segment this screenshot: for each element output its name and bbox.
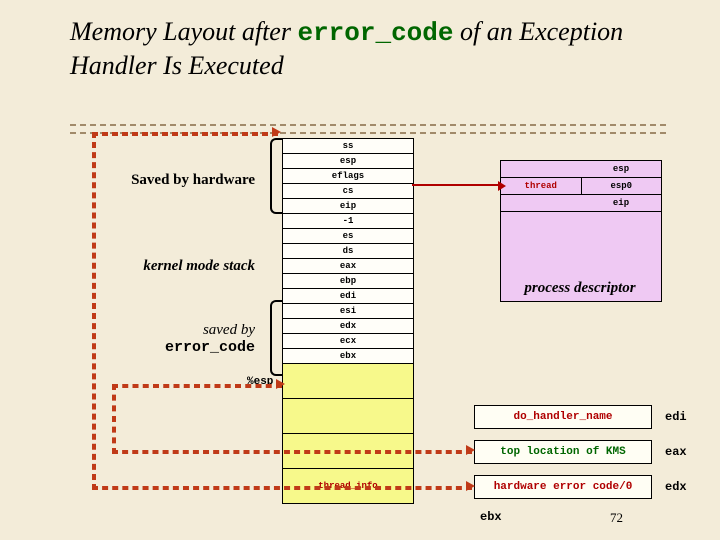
dashed-arrow-3 — [92, 486, 472, 490]
stack-gap — [283, 399, 413, 434]
stack-row: ds — [283, 244, 413, 259]
label-kernel-mode-stack: kernel mode stack — [80, 258, 255, 275]
box-do-handler: do_handler_name — [474, 405, 652, 429]
pd-thread-label — [501, 161, 581, 177]
stack-gap — [283, 364, 413, 399]
stack-row: es — [283, 229, 413, 244]
stack-row: ebp — [283, 274, 413, 289]
stack-row: ss — [283, 138, 413, 154]
label-saved-by-errorcode: saved by error_code — [80, 322, 255, 356]
arrow-head-icon — [272, 127, 281, 137]
dashed-arrow-6 — [112, 384, 282, 388]
slide-title: Memory Layout after error_code of an Exc… — [70, 16, 670, 82]
reg-edi: edi — [665, 410, 687, 424]
box-top-kms: top location of KMS — [474, 440, 652, 464]
stack-row: -1 — [283, 214, 413, 229]
arrow-head-icon — [466, 445, 475, 455]
arrow-head-icon — [276, 379, 285, 389]
arrow-thread-to-pd — [412, 184, 498, 186]
pd-eip: eip — [581, 195, 661, 211]
stack-row: eflags — [283, 169, 413, 184]
pd-thread: thread — [501, 178, 582, 194]
stack-row: esi — [283, 304, 413, 319]
arrow-head-icon — [466, 481, 475, 491]
pd-esp: esp — [581, 161, 661, 177]
stack-row: edx — [283, 319, 413, 334]
dashed-arrow-4 — [112, 384, 116, 454]
brace-errorcode — [270, 300, 282, 376]
dashed-arrow-5 — [112, 450, 472, 454]
pd-blank — [501, 195, 581, 211]
stack-row: ebx — [283, 349, 413, 364]
pd-esp0: esp0 — [582, 178, 662, 194]
stack-row: ecx — [283, 334, 413, 349]
stack-row: eip — [283, 199, 413, 214]
page-number: 72 — [610, 510, 623, 526]
brace-hardware — [270, 138, 282, 214]
dashed-arrow-1 — [92, 132, 278, 136]
box-hw-errcode: hardware error code/0 — [474, 475, 652, 499]
stack-row: edi — [283, 289, 413, 304]
stack-row: cs — [283, 184, 413, 199]
reg-eax: eax — [665, 445, 687, 459]
dashed-arrow-2 — [92, 132, 96, 490]
label-saved-hardware: Saved by hardware — [80, 172, 255, 189]
reg-ebx: ebx — [480, 510, 502, 524]
stack-row: esp — [283, 154, 413, 169]
reg-edx: edx — [665, 480, 687, 494]
stack-row: eax — [283, 259, 413, 274]
process-descriptor-label: process descriptor — [500, 280, 660, 297]
